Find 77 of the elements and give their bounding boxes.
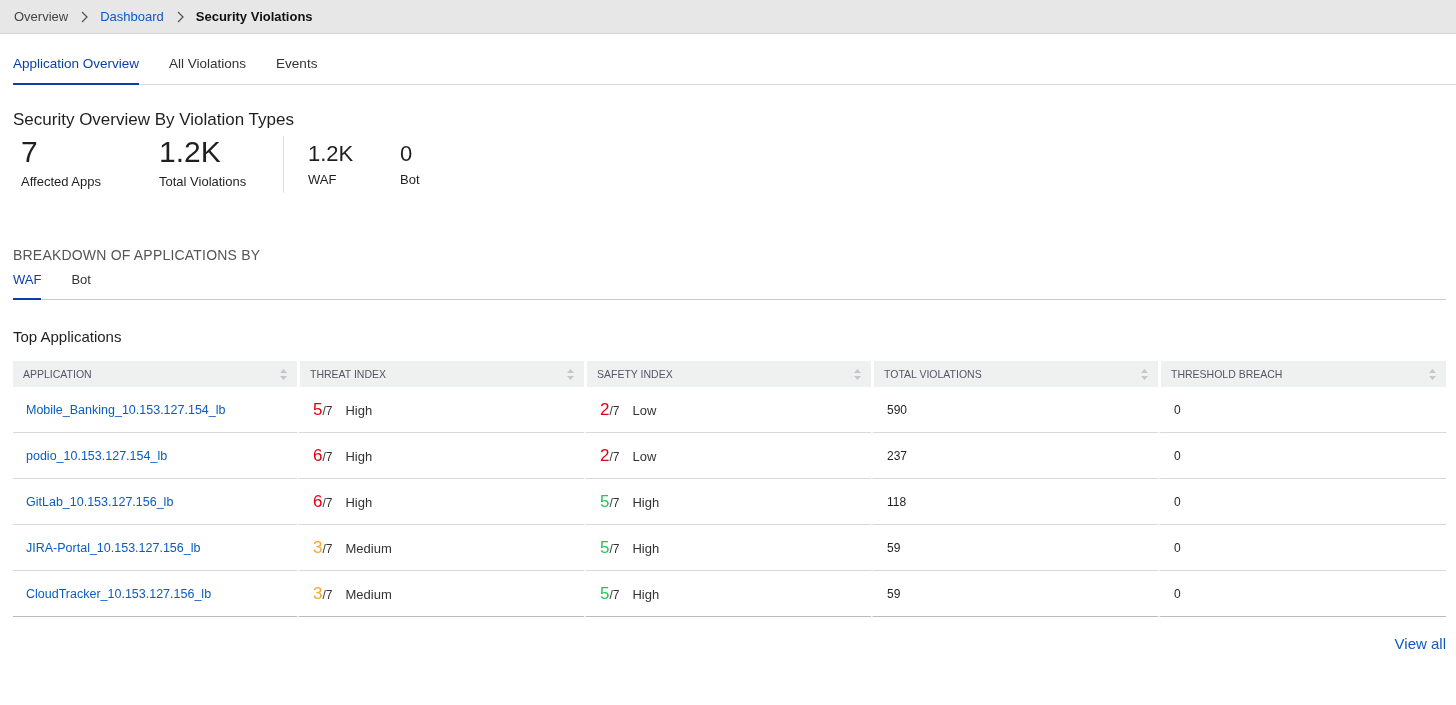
index-level: High bbox=[345, 448, 373, 464]
chevron-right-icon bbox=[175, 10, 184, 23]
application-link[interactable]: CloudTracker_10.153.127.156_lb bbox=[26, 586, 212, 601]
application-link[interactable]: JIRA-Portal_10.153.127.156_lb bbox=[26, 540, 201, 555]
index-level: Low bbox=[632, 402, 657, 418]
sort-icon bbox=[854, 368, 861, 380]
stat-label: Total Violations bbox=[159, 174, 248, 189]
view-all-link[interactable]: View all bbox=[1394, 635, 1446, 652]
index-score: 2 bbox=[600, 399, 610, 420]
stat-value: 0 bbox=[400, 140, 414, 168]
index-level: High bbox=[632, 540, 660, 556]
index-scale: /7 bbox=[609, 587, 620, 602]
index-score: 3 bbox=[313, 537, 323, 558]
breadcrumb-current: Security Violations bbox=[195, 9, 313, 24]
table-cell: 0 bbox=[1174, 586, 1181, 601]
sort-icon bbox=[280, 368, 287, 380]
index-level: High bbox=[632, 494, 660, 510]
table-cell: 59 bbox=[887, 540, 901, 555]
table-cell: 590 bbox=[887, 402, 908, 417]
stat-value: 1.2K bbox=[159, 134, 222, 170]
index-scale: /7 bbox=[322, 449, 333, 464]
index-scale: /7 bbox=[322, 403, 333, 418]
table-cell: 0 bbox=[1174, 540, 1181, 555]
breadcrumb-link[interactable]: Dashboard bbox=[100, 9, 164, 24]
section-heading: BREAKDOWN OF APPLICATIONS BY bbox=[13, 247, 262, 263]
sort-icon bbox=[1429, 368, 1436, 380]
index-scale: /7 bbox=[609, 541, 620, 556]
index-level: Low bbox=[632, 448, 657, 464]
stat-label: Affected Apps bbox=[21, 174, 102, 189]
table-cell: 237 bbox=[887, 448, 908, 463]
index-level: High bbox=[345, 494, 373, 510]
index-score: 5 bbox=[313, 399, 323, 420]
tab[interactable]: Bot bbox=[71, 272, 91, 300]
index-level: High bbox=[632, 586, 660, 602]
application-link[interactable]: Mobile_Banking_10.153.127.154_lb bbox=[26, 402, 226, 417]
tab[interactable]: Events bbox=[276, 46, 318, 85]
column-header[interactable]: APPLICATION bbox=[13, 361, 297, 387]
table-cell: 118 bbox=[887, 494, 907, 509]
application-link[interactable]: podio_10.153.127.154_lb bbox=[26, 448, 168, 463]
section-title: Security Overview By Violation Types bbox=[13, 110, 295, 130]
stat-value: 7 bbox=[21, 134, 39, 170]
index-scale: /7 bbox=[609, 495, 620, 510]
breadcrumb-link[interactable]: Overview bbox=[14, 9, 69, 24]
chevron-right-icon bbox=[80, 10, 89, 23]
index-score: 5 bbox=[600, 583, 610, 604]
index-score: 5 bbox=[600, 537, 610, 558]
index-scale: /7 bbox=[609, 449, 620, 464]
sort-icon bbox=[567, 368, 574, 380]
column-header[interactable]: SAFETY INDEX bbox=[584, 361, 871, 387]
table-cell: 0 bbox=[1174, 448, 1181, 463]
stat-label: WAF bbox=[308, 172, 338, 187]
column-header[interactable]: THRESHOLD BREACH bbox=[1158, 361, 1446, 387]
tab[interactable]: Application Overview bbox=[13, 46, 140, 85]
index-score: 2 bbox=[600, 445, 610, 466]
sort-icon bbox=[1141, 368, 1148, 380]
stat-label: Bot bbox=[400, 172, 421, 187]
index-level: Medium bbox=[345, 586, 392, 602]
tab[interactable]: WAF bbox=[13, 272, 42, 300]
index-score: 6 bbox=[313, 445, 323, 466]
table-cell: 0 bbox=[1174, 402, 1181, 417]
index-score: 6 bbox=[313, 491, 323, 512]
index-scale: /7 bbox=[609, 403, 620, 418]
index-level: High bbox=[345, 402, 373, 418]
table-title: Top Applications bbox=[13, 328, 123, 345]
index-scale: /7 bbox=[322, 587, 333, 602]
column-header[interactable]: TOTAL VIOLATIONS bbox=[871, 361, 1158, 387]
index-score: 3 bbox=[313, 583, 323, 604]
table-cell: 59 bbox=[887, 586, 901, 601]
index-score: 5 bbox=[600, 491, 610, 512]
stat-value: 1.2K bbox=[308, 140, 355, 168]
application-link[interactable]: GitLab_10.153.127.156_lb bbox=[26, 494, 174, 509]
table-cell: 0 bbox=[1174, 494, 1181, 509]
tab[interactable]: All Violations bbox=[169, 46, 247, 85]
index-scale: /7 bbox=[322, 541, 333, 556]
index-level: Medium bbox=[345, 540, 392, 556]
column-header[interactable]: THREAT INDEX bbox=[297, 361, 584, 387]
index-scale: /7 bbox=[322, 495, 333, 510]
